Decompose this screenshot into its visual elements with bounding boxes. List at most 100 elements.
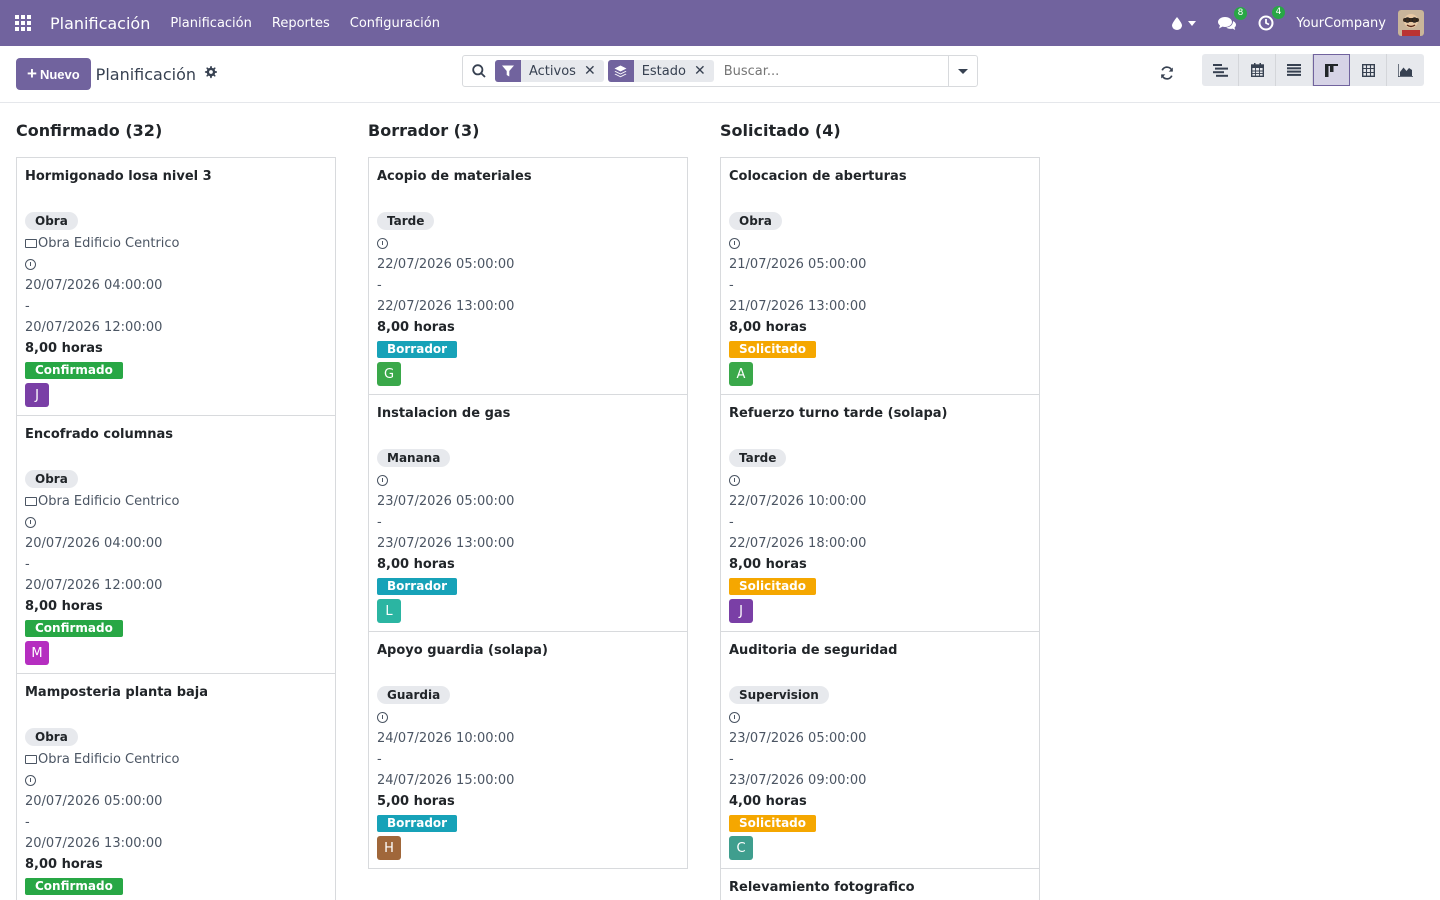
card-separator: - (729, 515, 734, 530)
kanban-card[interactable]: Acopio de materiales Tarde 22/07/2026 05:0… (368, 157, 688, 395)
column-header[interactable]: Borrador (3) (368, 103, 688, 157)
card-tag: Supervision (729, 686, 829, 704)
search-bar: Activos ✕ Estado ✕ (462, 55, 978, 87)
card-hours: 8,00 horas (729, 557, 807, 572)
card-separator: - (25, 815, 30, 830)
kanban-card[interactable]: Mamposteria planta baja Obra Obra Edificio… (16, 674, 336, 900)
page-title: Planificación (95, 64, 197, 84)
card-tag: Obra (729, 212, 782, 230)
kanban-card[interactable]: Hormigonado losa nivel 3 Obra Obra Edifici… (16, 157, 336, 416)
avatar[interactable]: H (377, 836, 401, 860)
status-badge: Confirmado (25, 362, 123, 379)
kanban-view-icon[interactable] (1313, 54, 1350, 86)
calendar-view-icon[interactable] (1239, 54, 1276, 86)
column-header[interactable]: Confirmado (32) (16, 103, 336, 157)
card-title: Refuerzo turno tarde (solapa) (729, 406, 948, 421)
avatar[interactable]: M (25, 641, 49, 665)
card-start: 20/07/2026 05:00:00 (25, 794, 163, 809)
clock-icon (377, 475, 388, 486)
gantt-view-icon[interactable] (1202, 54, 1239, 86)
card-end: 20/07/2026 12:00:00 (25, 578, 163, 593)
facet-filter-label: Activos (529, 63, 576, 79)
card-start: 22/07/2026 10:00:00 (729, 494, 867, 509)
card-project: Obra Edificio Centrico (38, 494, 180, 509)
menu-configuracion[interactable]: Configuración (350, 16, 440, 31)
apps-menu-icon[interactable] (0, 0, 46, 46)
messages-icon[interactable]: 8 (1218, 6, 1248, 31)
card-clock-row (377, 233, 679, 254)
status-badge: Borrador (377, 341, 458, 358)
folder-icon (25, 497, 37, 506)
card-tag: Obra (25, 728, 78, 746)
avatar[interactable]: J (25, 383, 49, 407)
card-title: Relevamiento fotografico (729, 880, 915, 895)
card-separator: - (729, 752, 734, 767)
avatar[interactable]: J (729, 599, 753, 623)
app-brand[interactable]: Planificación (50, 14, 150, 33)
search-options-toggle[interactable] (948, 56, 977, 86)
search-icon[interactable] (463, 64, 495, 78)
card-tag: Tarde (729, 449, 787, 467)
card-hours: 5,00 horas (377, 794, 455, 809)
card-separator: - (25, 299, 30, 314)
kanban-card[interactable]: Apoyo guardia (solapa) Guardia 24/07/2026 … (368, 632, 688, 869)
menu-reportes[interactable]: Reportes (272, 16, 330, 31)
card-hours: 8,00 horas (377, 557, 455, 572)
card-hours: 8,00 horas (729, 320, 807, 335)
folder-icon (25, 755, 37, 764)
new-button-label: Nuevo (39, 66, 80, 82)
column-header[interactable]: Solicitado (4) (720, 103, 1040, 157)
new-button[interactable]: + Nuevo (16, 58, 91, 90)
card-start: 24/07/2026 10:00:00 (377, 731, 515, 746)
company-switcher[interactable]: YourCompany (1296, 16, 1386, 31)
kanban-card[interactable]: Refuerzo turno tarde (solapa) Tarde 22/07/… (720, 395, 1040, 632)
kanban-card[interactable]: Encofrado columnas Obra Obra Edificio Cent… (16, 416, 336, 674)
clock-icon (729, 712, 740, 723)
kanban-card[interactable]: Relevamiento fotografico (720, 869, 1040, 900)
refresh-icon[interactable] (1160, 65, 1174, 84)
kanban-column: Solicitado (4) Colocacion de aberturas Obr… (720, 103, 1040, 900)
card-separator: - (377, 278, 382, 293)
card-end: 23/07/2026 09:00:00 (729, 773, 867, 788)
debug-drop-icon[interactable] (1172, 16, 1197, 30)
list-view-icon[interactable] (1276, 54, 1313, 86)
clock-icon (729, 475, 740, 486)
messages-count-badge: 8 (1233, 6, 1248, 20)
kanban-card[interactable]: Colocacion de aberturas Obra 21/07/2026 05… (720, 157, 1040, 395)
folder-icon (25, 239, 37, 248)
avatar[interactable]: A (729, 362, 753, 386)
kanban-card[interactable]: Instalacion de gas Manana 23/07/2026 05:00… (368, 395, 688, 632)
card-separator: - (377, 515, 382, 530)
card-start: 21/07/2026 05:00:00 (729, 257, 867, 272)
search-input[interactable] (717, 56, 948, 86)
card-title: Hormigonado losa nivel 3 (25, 169, 212, 184)
status-badge: Confirmado (25, 620, 123, 637)
card-project: Obra Edificio Centrico (38, 752, 180, 767)
kanban-card[interactable]: Auditoria de seguridad Supervision 23/07/2… (720, 632, 1040, 869)
activities-count-badge: 4 (1271, 6, 1286, 19)
card-separator: - (25, 557, 30, 572)
facet-groupby-label: Estado (641, 63, 686, 79)
avatar[interactable]: L (377, 599, 401, 623)
activities-clock-icon[interactable]: 4 (1258, 6, 1286, 31)
card-tag: Tarde (377, 212, 435, 230)
facet-groupby: Estado ✕ (607, 60, 714, 82)
graph-view-icon[interactable] (1387, 54, 1424, 86)
card-title: Instalacion de gas (377, 406, 511, 421)
pivot-view-icon[interactable] (1350, 54, 1387, 86)
card-hours: 8,00 horas (25, 599, 103, 614)
menu-planificacion[interactable]: Planificación (170, 16, 252, 31)
card-clock-row (729, 707, 1031, 728)
avatar[interactable]: G (377, 362, 401, 386)
card-project-row: Obra Edificio Centrico (25, 233, 327, 254)
card-hours: 4,00 horas (729, 794, 807, 809)
filter-icon (495, 60, 521, 82)
card-clock-row (729, 233, 1031, 254)
user-avatar[interactable] (1398, 10, 1424, 36)
card-end: 22/07/2026 18:00:00 (729, 536, 867, 551)
gear-icon[interactable] (204, 65, 218, 83)
facet-filter-remove-icon[interactable]: ✕ (584, 63, 604, 79)
card-separator: - (729, 278, 734, 293)
facet-groupby-remove-icon[interactable]: ✕ (694, 63, 714, 79)
avatar[interactable]: C (729, 836, 753, 860)
